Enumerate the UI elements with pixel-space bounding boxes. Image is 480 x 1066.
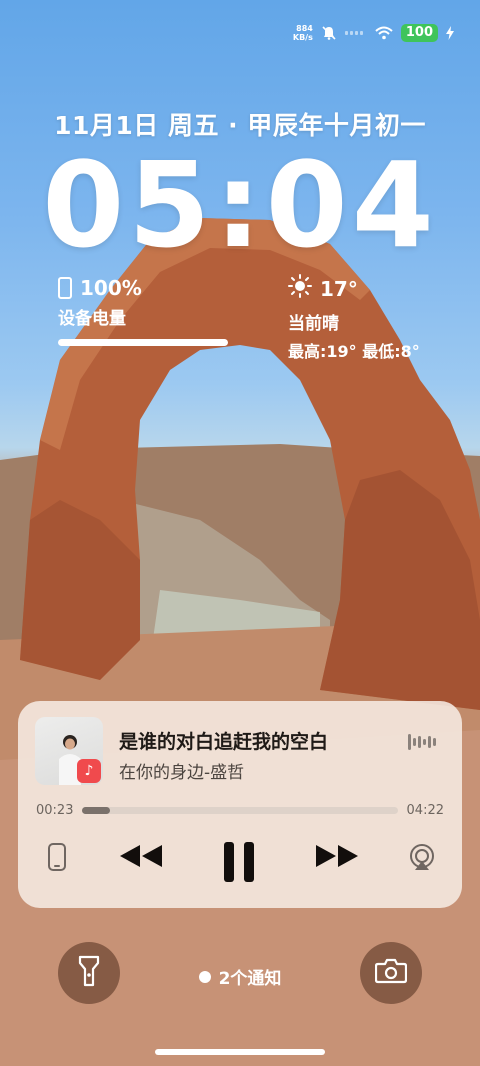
total-time: 04:22 [406,803,444,818]
clock: 05:04 [42,136,438,274]
album-art[interactable]: ♪ [35,717,103,785]
music-player-card[interactable]: ♪ 是谁的对白追赶我的空白 在你的身边-盛哲 00:23 04:22 [18,701,462,908]
weather-temperature: 17° [320,276,358,301]
phone-battery-icon [58,277,72,299]
battery-level-bar [58,339,228,346]
home-indicator[interactable] [155,1049,325,1055]
battery-label: 设备电量 [58,309,126,329]
playback-progress-fill [82,807,110,814]
previous-icon[interactable] [118,843,164,869]
battery-widget[interactable]: 100% 设备电量 [58,276,228,346]
notification-dot-icon [198,970,211,983]
battery-level-fill [58,339,228,346]
notification-count-label: 2个通知 [218,969,282,989]
weather-range: 最高:19° 最低:8° [288,342,420,361]
status-bar: 884 KB/s 100 [293,22,454,44]
net-speed-value: 884 [296,24,313,33]
song-artist: 在你的身边-盛哲 [119,763,245,783]
mute-icon [321,25,337,41]
audio-wave-icon[interactable] [408,731,440,757]
current-time: 00:23 [36,803,74,818]
next-icon[interactable] [314,843,360,869]
playback-progress-bar[interactable] [82,807,398,814]
camera-button[interactable] [360,942,422,1004]
weather-condition: 当前晴 [288,314,339,334]
device-icon[interactable] [46,843,68,871]
pause-icon[interactable] [222,841,256,883]
signal-icon [344,29,367,37]
battery-percent: 100% [80,276,142,300]
weather-widget[interactable]: 17° 当前晴 最高:19° 最低:8° [288,274,420,362]
net-speed-unit: KB/s [292,33,313,42]
airplay-icon[interactable] [408,843,436,871]
sun-icon [288,274,312,303]
camera-icon [374,958,408,988]
music-app-badge-icon: ♪ [77,759,101,783]
wifi-icon [375,26,393,40]
charging-icon [446,26,454,40]
network-speed: 884 KB/s [293,24,313,42]
battery-icon: 100 [400,24,438,42]
song-title: 是谁的对白追赶我的空白 [119,731,329,753]
